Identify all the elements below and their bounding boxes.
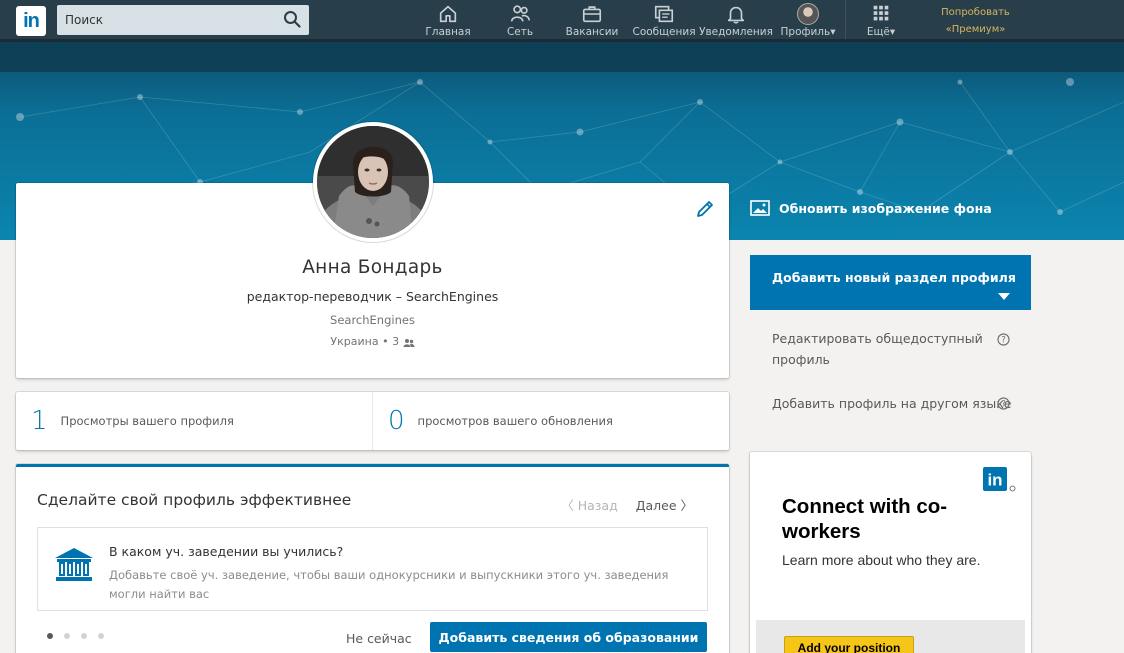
network-icon (510, 5, 530, 22)
school-building-icon (55, 548, 93, 581)
update-background-label: Обновить изображение фона (779, 200, 992, 216)
update-views-count: 0 (388, 406, 405, 436)
svg-text:?: ? (1001, 336, 1006, 346)
edit-public-profile-link[interactable]: Редактировать общедоступный профиль (772, 328, 1012, 370)
ad-footer: Add your position (756, 620, 1025, 653)
nav-notifications[interactable]: Уведомления (699, 3, 773, 41)
chevron-left-icon: 〈 (561, 498, 578, 513)
profile-company[interactable]: SearchEngines (16, 313, 729, 327)
update-background-button[interactable]: Обновить изображение фона (750, 200, 992, 216)
nav-profile-label: Профиль▾ (780, 26, 836, 38)
nav-profile[interactable]: Профиль▾ (778, 3, 838, 41)
next-button[interactable]: Далее 〉 (636, 495, 693, 514)
home-icon (439, 5, 457, 23)
caret-down-icon (998, 293, 1010, 300)
messages-icon (654, 5, 674, 23)
suggestion-text: Добавьте своё уч. заведение, чтобы ваши … (109, 568, 669, 601)
profile-name: Анна Бондарь (302, 257, 443, 278)
suggestion-title: В каком уч. заведении вы учились? (109, 544, 344, 559)
image-icon (750, 200, 770, 216)
nav-more-label: Ещё▾ (866, 26, 896, 38)
add-education-button[interactable]: Добавить сведения об образовании (430, 622, 707, 652)
back-label: Назад (577, 498, 618, 513)
update-views-stat[interactable]: 0 просмотров вашего обновления (372, 392, 729, 450)
nav-messages-label: Сообщения (632, 26, 696, 38)
carousel-dot[interactable] (98, 633, 104, 639)
premium-line1: Попробовать (941, 7, 1010, 18)
suggestion-pager: 〈 Назад Далее 〉 (561, 495, 693, 514)
nav-divider (845, 0, 846, 42)
nav-home-label: Главная (425, 26, 471, 38)
nav-network[interactable]: Сеть (500, 3, 540, 41)
update-views-label: просмотров вашего обновления (417, 414, 613, 428)
nav-network-label: Сеть (506, 26, 534, 38)
help-question-icon[interactable]: ? (997, 397, 1010, 410)
profile-stats-card: 1 Просмотры вашего профиля 0 просмотров … (16, 392, 729, 450)
not-now-button[interactable]: Не сейчас (346, 631, 412, 646)
help-question-icon[interactable]: ? (997, 333, 1010, 346)
add-profile-section-label: Добавить новый раздел профиля (772, 270, 1016, 285)
nav-jobs[interactable]: Вакансии (564, 3, 620, 41)
nav-notifications-label: Уведомления (699, 26, 773, 38)
add-language-profile-label: Добавить профиль на другом языке (772, 396, 1012, 411)
add-language-profile-link[interactable]: Добавить профиль на другом языке (772, 393, 1012, 414)
ad-logo-text: in (987, 471, 1002, 490)
next-label: Далее (635, 498, 677, 513)
grid-icon (873, 5, 889, 21)
profile-headline: редактор-переводчик – SearchEngines (246, 289, 499, 304)
profile-views-count: 1 (31, 406, 48, 436)
nav-more[interactable]: Ещё▾ (862, 3, 900, 41)
avatar (797, 3, 819, 25)
strength-title: Сделайте свой профиль эффективнее (37, 491, 352, 509)
logo-text: in (23, 9, 40, 32)
connections-count[interactable]: 3 (392, 335, 399, 348)
ad-subtitle: Learn more about who they are. (782, 552, 981, 568)
bell-icon (727, 6, 745, 24)
connections-icon (403, 338, 415, 347)
advertisement-card[interactable]: in Connect with co-workers Learn more ab… (750, 452, 1031, 653)
profile-location: Украина (330, 335, 379, 348)
nav-messages[interactable]: Сообщения (632, 3, 696, 41)
profile-photo[interactable] (313, 122, 433, 242)
edit-public-profile-label: Редактировать общедоступный профиль (772, 331, 983, 367)
top-navbar: in Главная Сеть Вакансии Сообщения Уведо… (0, 0, 1124, 52)
profile-views-label: Просмотры вашего профиля (60, 414, 234, 428)
nav-home[interactable]: Главная (425, 3, 471, 41)
search-icon[interactable] (283, 10, 301, 28)
svg-text:?: ? (1001, 400, 1006, 410)
profile-location-line: Украина • 3 (16, 335, 729, 348)
carousel-dot[interactable] (47, 633, 53, 639)
search-box[interactable] (57, 5, 309, 35)
profile-views-stat[interactable]: 1 Просмотры вашего профиля (16, 392, 372, 450)
chevron-right-icon: 〉 (676, 498, 693, 513)
carousel-dot[interactable] (81, 633, 87, 639)
add-position-button[interactable]: Add your position (784, 636, 914, 653)
carousel-dots (47, 633, 104, 639)
briefcase-icon (582, 6, 602, 23)
separator-dot: • (382, 335, 393, 348)
profile-photo-image (317, 126, 429, 238)
profile-strength-card: Сделайте свой профиль эффективнее 〈 Наза… (16, 464, 729, 653)
add-profile-section-button[interactable]: Добавить новый раздел профиля (750, 255, 1031, 310)
education-suggestion-box: В каком уч. заведении вы учились? Добавь… (37, 527, 708, 611)
edit-pencil-icon[interactable] (695, 199, 715, 219)
back-button[interactable]: 〈 Назад (561, 495, 618, 514)
carousel-dot[interactable] (64, 633, 70, 639)
search-input[interactable] (57, 5, 267, 35)
premium-trial-link[interactable]: Попробовать «Премиум» бесплатно (920, 4, 1031, 52)
linkedin-logo[interactable]: in (16, 6, 46, 36)
linkedin-logo-icon: in (983, 467, 1016, 492)
nav-jobs-label: Вакансии (565, 26, 619, 38)
ad-title: Connect with co-workers (782, 495, 948, 543)
